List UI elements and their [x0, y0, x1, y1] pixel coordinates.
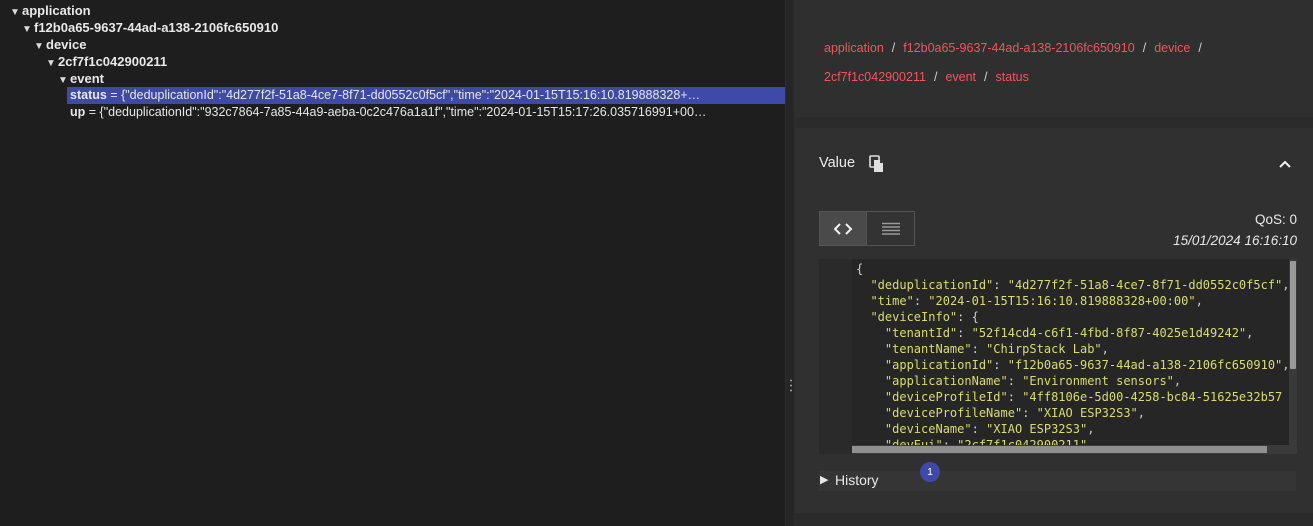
code-line: "tenantName": "ChirpStack Lab",	[884, 342, 1109, 356]
breadcrumb-application[interactable]: application	[824, 41, 884, 55]
drag-handle-icon[interactable]	[790, 378, 792, 392]
breadcrumb-device[interactable]: device	[1154, 41, 1190, 55]
chevron-up-icon[interactable]	[1277, 158, 1293, 170]
tree-node-device-id[interactable]: ▼ 2cf7f1c042900211	[46, 53, 167, 70]
expanded-arrow-icon[interactable]: ▼	[22, 21, 34, 38]
code-line: "deviceProfileName": "XIAO ESP32S3",	[884, 406, 1146, 420]
topic-card: application / f12b0a65-9637-44ad-a138-2106…	[795, 0, 1313, 117]
tree-node-event[interactable]: ▼ event	[58, 70, 104, 87]
code-line: "deduplicationId": "4d277f2f-51a8-4ce7-8…	[870, 278, 1290, 292]
breadcrumb-app-id[interactable]: f12b0a65-9637-44ad-a138-2106fc650910	[903, 41, 1134, 55]
breadcrumb-device-id[interactable]: 2cf7f1c042900211	[824, 70, 926, 84]
tree-node-device[interactable]: ▼ device	[34, 36, 86, 53]
code-line: {	[856, 262, 864, 276]
expanded-arrow-icon[interactable]: ▼	[10, 4, 22, 21]
pane-splitter[interactable]	[785, 0, 795, 526]
message-timestamp: 15/01/2024 16:16:10	[1173, 233, 1297, 248]
json-viewer[interactable]: { "deduplicationId": "4d277f2f-51a8-4ce7…	[819, 259, 1297, 454]
tree-leaf-status[interactable]: status = {"deduplicationId":"4d277f2f-51…	[67, 87, 785, 104]
details-panel: application / f12b0a65-9637-44ad-a138-2106…	[795, 0, 1313, 526]
history-toggle[interactable]: History	[835, 472, 879, 488]
code-line: "deviceInfo": {	[870, 310, 979, 324]
raw-view-icon	[881, 222, 900, 235]
code-line: "time": "2024-01-15T15:16:10.819888328+0…	[870, 294, 1203, 308]
topic-tree: ▼ application ▼ f12b0a65-9637-44ad-a138-21…	[0, 0, 785, 526]
play-triangle-icon: ▶	[820, 474, 829, 486]
code-line: "tenantId": "52f14cd4-c6f1-4fbd-8f87-402…	[884, 326, 1254, 340]
tree-node-app-id[interactable]: ▼ f12b0a65-9637-44ad-a138-2106fc650910	[22, 19, 278, 36]
view-mode-toggle	[819, 211, 915, 246]
copy-icon[interactable]	[869, 155, 885, 173]
code-line: "applicationId": "f12b0a65-9637-44ad-a13…	[884, 358, 1290, 372]
raw-view-button[interactable]	[867, 211, 915, 246]
tree-leaf-up[interactable]: up = {"deduplicationId":"932c7864-7a85-4…	[67, 104, 785, 121]
value-card: Value QoS: 0 15/01/2024 16:16:10 {"dedu…	[795, 128, 1313, 513]
code-line: "applicationName": "Environment sensors"…	[884, 374, 1182, 388]
history-section[interactable]: ▶ History 1	[819, 462, 1296, 491]
code-view-icon	[833, 222, 853, 235]
editor-gutter	[819, 259, 852, 454]
qos-label: QoS: 0	[1254, 212, 1297, 227]
horizontal-scrollbar[interactable]	[852, 445, 1297, 454]
history-count-badge: 1	[920, 462, 940, 482]
value-title: Value	[819, 155, 856, 171]
breadcrumb-status[interactable]: status	[996, 70, 1029, 84]
vertical-scrollbar[interactable]	[1289, 259, 1297, 445]
json-code: { "deduplicationId": "4d277f2f-51a8-4ce7…	[856, 261, 1290, 453]
code-view-button[interactable]	[819, 211, 867, 246]
expanded-arrow-icon[interactable]: ▼	[34, 38, 46, 55]
code-line: "deviceProfileId": "4ff8106e-5d00-4258-b…	[884, 390, 1283, 404]
breadcrumb-event[interactable]: event	[945, 70, 976, 84]
code-line: "deviceName": "XIAO ESP32S3",	[884, 422, 1095, 436]
tree-node-application[interactable]: ▼ application	[10, 2, 91, 19]
expanded-arrow-icon[interactable]: ▼	[46, 55, 58, 72]
horizontal-scroll-thumb[interactable]	[852, 446, 1267, 453]
vertical-scroll-thumb[interactable]	[1290, 261, 1296, 369]
breadcrumb: application / f12b0a65-9637-44ad-a138-2106…	[824, 41, 1202, 84]
